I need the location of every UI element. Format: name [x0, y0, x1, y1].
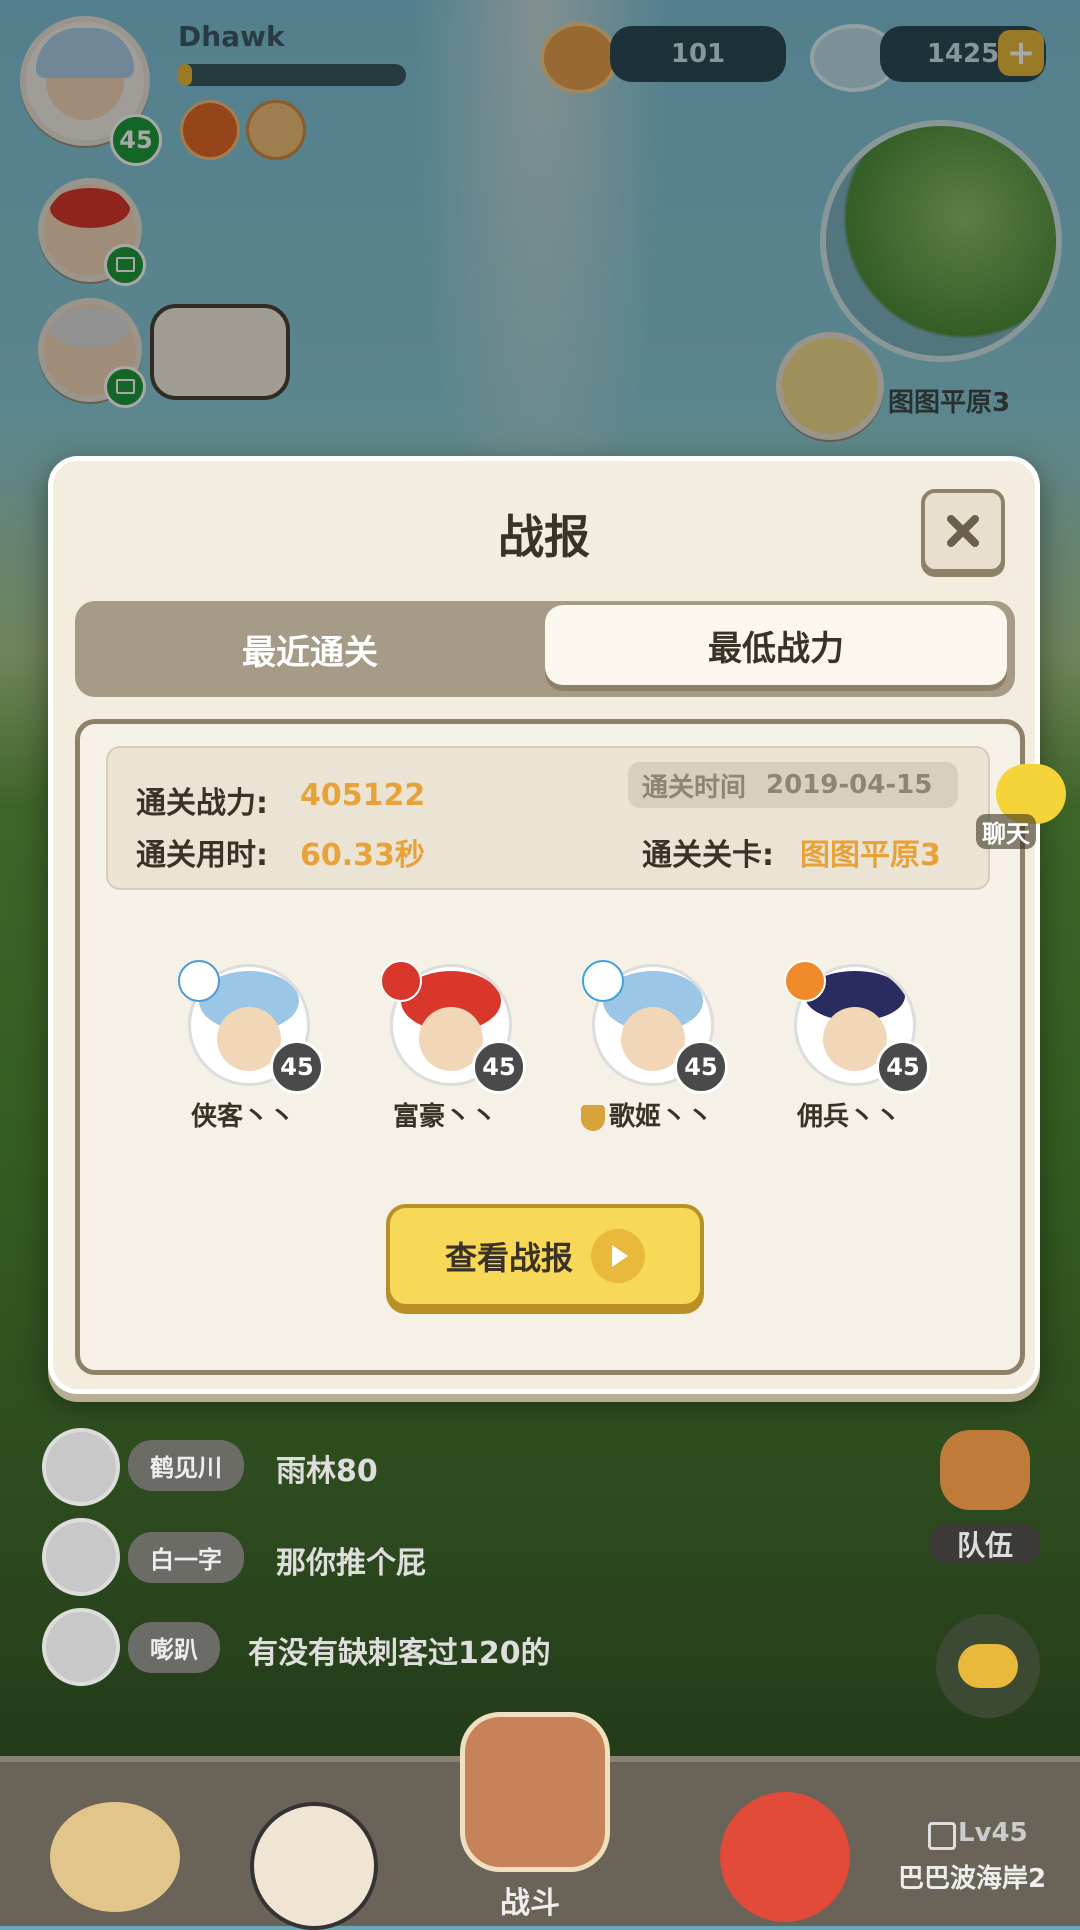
chat-bubble-icon: [958, 1644, 1018, 1688]
hero-element-icon-1: [178, 960, 220, 1002]
team-button[interactable]: 队伍: [930, 1420, 1040, 1564]
team-figure-icon: [940, 1430, 1030, 1510]
hero-level-2: 45: [472, 1040, 526, 1094]
hero-name-3: 歌姬丶丶: [562, 1096, 732, 1133]
tab-lowest-power[interactable]: 最低战力: [545, 605, 1007, 685]
nav-hero-2-icon: [250, 1802, 378, 1930]
lock-icon: [928, 1822, 956, 1850]
battle-totem-icon: [460, 1712, 610, 1872]
time-used-label: 通关用时:: [136, 838, 268, 873]
bottom-nav: 战斗 Lv45 巴巴波海岸2: [0, 1712, 1080, 1930]
time-used-value: 60.33秒: [300, 838, 425, 873]
nav-hero-1-icon: [50, 1802, 180, 1912]
nav-battle[interactable]: 战斗: [420, 1702, 636, 1926]
nav-locked-stage[interactable]: Lv45 巴巴波海岸2: [880, 1762, 1080, 1926]
clear-time-label: 通关时间: [642, 772, 747, 803]
play-icon: [591, 1229, 645, 1283]
pet-dino-icon: [720, 1792, 850, 1922]
hero-level-3: 45: [674, 1040, 728, 1094]
floating-chat-button[interactable]: 聊天: [956, 764, 1076, 854]
battle-label: 战斗: [500, 1886, 560, 1921]
close-button[interactable]: [921, 489, 1005, 573]
chat-avatar-2: [42, 1518, 120, 1596]
dialog-title: 战报: [498, 510, 590, 564]
hero-level-1: 45: [270, 1040, 324, 1094]
clear-summary: 通关战力: 405122 通关用时: 60.33秒 通关时间 2019-04-1…: [106, 746, 990, 890]
stage-value: 图图平原3: [800, 838, 941, 873]
hero-name-4: 佣兵丶丶: [796, 1102, 901, 1132]
close-icon: [947, 515, 979, 547]
floating-chat-label: 聊天: [976, 814, 1036, 849]
chat-text-1: 雨林80: [276, 1454, 378, 1489]
chat-avatar-1: [42, 1428, 120, 1506]
chat-bubble-button[interactable]: [936, 1614, 1040, 1718]
nav-hero-2[interactable]: [230, 1762, 446, 1930]
view-battle-report-label: 查看战报: [444, 1239, 573, 1277]
team-label: 队伍: [930, 1524, 1040, 1564]
hero-name-2: 富豪丶丶: [392, 1102, 497, 1132]
power-label: 通关战力:: [136, 786, 268, 821]
clear-time-pill: 通关时间 2019-04-15: [628, 762, 958, 808]
hero-level-4: 45: [876, 1040, 930, 1094]
hero-element-icon-4: [784, 960, 826, 1002]
nav-hero-1[interactable]: [20, 1762, 236, 1926]
tab-recent-clear[interactable]: 最近通关: [75, 601, 545, 697]
chat-avatar-3: [42, 1608, 120, 1686]
chat-text-2: 那你推个屁: [276, 1546, 426, 1581]
chat-name-2[interactable]: 白一字: [128, 1532, 244, 1583]
locked-stage-name: 巴巴波海岸2: [898, 1864, 1047, 1894]
tab-bar: 最近通关 最低战力: [75, 601, 1015, 697]
hero-element-icon-3: [582, 960, 624, 1002]
stage-label: 通关关卡:: [642, 838, 774, 873]
shield-badge-icon: [580, 1104, 605, 1131]
hero-name-1: 侠客丶丶: [190, 1102, 295, 1132]
view-battle-report-button[interactable]: 查看战报: [386, 1204, 704, 1308]
hero-element-icon-2: [380, 960, 422, 1002]
chat-name-3[interactable]: 嘭趴: [128, 1622, 220, 1673]
report-panel: 通关战力: 405122 通关用时: 60.33秒 通关时间 2019-04-1…: [75, 719, 1025, 1375]
locked-level: Lv45: [958, 1818, 1028, 1848]
power-value: 405122: [300, 778, 426, 813]
battle-report-dialog: 战报 最近通关 最低战力 通关战力: 405122 通关用时: 60.33秒 通…: [48, 456, 1040, 1394]
chat-text-3: 有没有缺刺客过120的: [248, 1636, 551, 1671]
clear-time-value: 2019-04-15: [766, 770, 933, 800]
chat-name-1[interactable]: 鹤见川: [128, 1440, 244, 1491]
hero-name-3-text: 歌姬丶丶: [608, 1102, 713, 1132]
